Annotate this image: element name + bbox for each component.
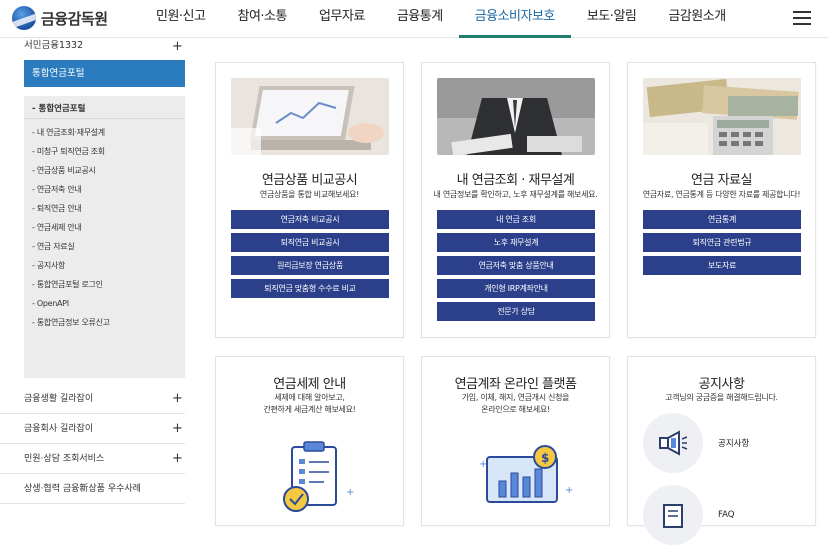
submenu-item[interactable]: 연금저축 안내 — [24, 180, 185, 199]
nav-item-active[interactable]: 금융소비자보호 — [458, 0, 571, 38]
btn-my-pension[interactable]: 내 연금 조회 — [437, 210, 595, 229]
card-desc-line: 간편하게 세금계산 해보세요! — [263, 405, 356, 414]
card-notice: 공지사항 고객님의 궁금증을 해결해드립니다. 공지사항 FAQ — [627, 356, 816, 545]
btn-pension-stats[interactable]: 연금통계 — [643, 210, 801, 229]
notice-link[interactable]: 공지사항 — [643, 413, 749, 473]
card-pension-library: 연금 자료실 연금자료, 연금통계 등 다양한 자료를 제공합니다! 연금통계 … — [627, 62, 816, 338]
submenu-item[interactable]: 연금 자료실 — [24, 237, 185, 256]
btn-press-release[interactable]: 보도자료 — [643, 256, 801, 275]
sidebar: 서민금융1332 + 통합연금포털 통합연금포털 내 연금조회·재무설계 미청구… — [0, 38, 192, 519]
card-title: 연금세제 안내 — [273, 377, 346, 392]
sidebar-section-label: 금융생활 길라잡이 — [24, 394, 94, 404]
sidebar-section[interactable]: 금융회사 길라잡이 + — [0, 414, 185, 444]
sidebar-item-label: 서민금융1332 — [24, 40, 84, 51]
submenu-item[interactable]: 미청구 퇴직연금 조회 — [24, 142, 185, 161]
svg-text:+: + — [565, 485, 573, 496]
submenu-item[interactable]: 내 연금조회·재무설계 — [24, 123, 185, 142]
card-desc: 내 연금정보를 확인하고, 노후 재무설계를 해보세요. — [433, 190, 598, 199]
svg-text:+: + — [346, 487, 354, 498]
card-title: 연금계좌 온라인 플랫폼 — [454, 377, 577, 392]
card-desc-line: 가입, 이체, 해지, 연금개시 신청을 — [461, 393, 570, 402]
sidebar-section[interactable]: 상생·협력 금융新상품 우수사례 — [0, 474, 185, 504]
nav-item[interactable]: 보도·알림 — [571, 0, 652, 38]
plus-icon[interactable]: + — [172, 452, 183, 465]
faq-link[interactable]: FAQ — [643, 485, 734, 545]
nav-item[interactable]: 업무자료 — [303, 0, 381, 38]
btn-pension-savings-compare[interactable]: 연금저축 비교공시 — [231, 210, 389, 229]
submenu-head[interactable]: 통합연금포털 — [24, 99, 185, 119]
submenu-item[interactable]: 통합연금정보 오류신고 — [24, 313, 185, 332]
btn-principal-guaranteed[interactable]: 원리금보장 연금상품 — [231, 256, 389, 275]
sidebar-submenu: 통합연금포털 내 연금조회·재무설계 미청구 퇴직연금 조회 연금상품 비교공시… — [24, 96, 185, 378]
plus-icon[interactable]: + — [172, 40, 183, 53]
sidebar-section-label: 금융회사 길라잡이 — [24, 424, 94, 434]
nav-item[interactable]: 금융통계 — [381, 0, 459, 38]
btn-retirement-plan[interactable]: 노후 재무설계 — [437, 233, 595, 252]
card-desc: 고객님의 궁금증을 해결해드립니다. — [665, 393, 778, 402]
laptop-chart-image — [231, 78, 389, 155]
sidebar-section-label: 상생·협력 금융新상품 우수사례 — [24, 484, 141, 494]
main-nav: 민원·신고 참여·소통 업무자료 금융통계 금융소비자보호 보도·알림 금감원소… — [140, 0, 742, 38]
svg-text:+: + — [479, 459, 487, 470]
sidebar-item-active[interactable]: 통합연금포털 — [24, 60, 185, 87]
card-desc-line: 온라인으로 해보세요! — [481, 405, 550, 414]
menu-icon[interactable] — [793, 11, 811, 25]
site-logo[interactable]: 금융감독원 — [12, 6, 108, 30]
businessman-image — [437, 78, 595, 155]
logo-icon — [12, 6, 36, 30]
card-pension-compare: 연금상품 비교공시 연금상품을 통합 비교해보세요! 연금저축 비교공시 퇴직연… — [215, 62, 404, 338]
monitor-chart-icon: $ + + — [479, 445, 573, 503]
clipboard-check-icon: + — [283, 441, 354, 512]
nav-item[interactable]: 민원·신고 — [140, 0, 221, 38]
submenu-item[interactable]: 공지사항 — [24, 256, 185, 275]
card-title: 연금상품 비교공시 — [261, 173, 358, 188]
megaphone-icon — [643, 413, 703, 473]
card-desc: 연금자료, 연금통계 등 다양한 자료를 제공합니다! — [642, 190, 801, 199]
submenu-item[interactable]: 통합연금포털 로그인 — [24, 275, 185, 294]
card-online-platform[interactable]: 연금계좌 온라인 플랫폼 가입, 이체, 해지, 연금개시 신청을 온라인으로 … — [421, 356, 610, 526]
card-desc-line: 세제에 대해 알아보고, — [274, 393, 345, 402]
btn-custom-product[interactable]: 연금저축 맞춤 상품안내 — [437, 256, 595, 275]
submenu-item[interactable]: 연금세제 안내 — [24, 218, 185, 237]
btn-expert-consult[interactable]: 전문가 상담 — [437, 302, 595, 321]
card-title: 공지사항 — [698, 377, 745, 392]
nav-item[interactable]: 금감원소개 — [652, 0, 741, 38]
sidebar-item-top[interactable]: 서민금융1332 + — [0, 38, 192, 56]
btn-retirement-law[interactable]: 퇴직연금 관련법규 — [643, 233, 801, 252]
plus-icon[interactable]: + — [172, 392, 183, 405]
svg-text:$: $ — [541, 451, 549, 465]
sidebar-section[interactable]: 민원·상담 조회서비스 + — [0, 444, 185, 474]
document-icon — [643, 485, 703, 545]
btn-irp-guide[interactable]: 개인형 IRP계좌안내 — [437, 279, 595, 298]
submenu-item[interactable]: OpenAPI — [24, 294, 185, 313]
card-my-pension: 내 연금조회 · 재무설계 내 연금정보를 확인하고, 노후 재무설계를 해보세… — [421, 62, 610, 338]
submenu-item[interactable]: 연금상품 비교공시 — [24, 161, 185, 180]
nav-item[interactable]: 참여·소통 — [221, 0, 302, 38]
sidebar-section[interactable]: 금융생활 길라잡이 + — [0, 384, 185, 414]
card-title: 연금 자료실 — [691, 173, 752, 188]
notice-label: 공지사항 — [718, 439, 750, 449]
logo-text: 금융감독원 — [41, 9, 108, 28]
btn-fee-compare[interactable]: 퇴직연금 맞춤형 수수료 비교 — [231, 279, 389, 298]
card-tax-guide[interactable]: 연금세제 안내 세제에 대해 알아보고, 간편하게 세금계산 해보세요! + — [215, 356, 404, 526]
card-title: 내 연금조회 · 재무설계 — [456, 173, 575, 188]
money-calculator-image — [643, 78, 801, 155]
btn-retirement-compare[interactable]: 퇴직연금 비교공시 — [231, 233, 389, 252]
sidebar-section-label: 민원·상담 조회서비스 — [24, 454, 105, 464]
site-header: 금융감독원 민원·신고 참여·소통 업무자료 금융통계 금융소비자보호 보도·알… — [0, 0, 828, 38]
card-desc: 연금상품을 통합 비교해보세요! — [259, 190, 360, 199]
plus-icon[interactable]: + — [172, 422, 183, 435]
submenu-item[interactable]: 퇴직연금 안내 — [24, 199, 185, 218]
